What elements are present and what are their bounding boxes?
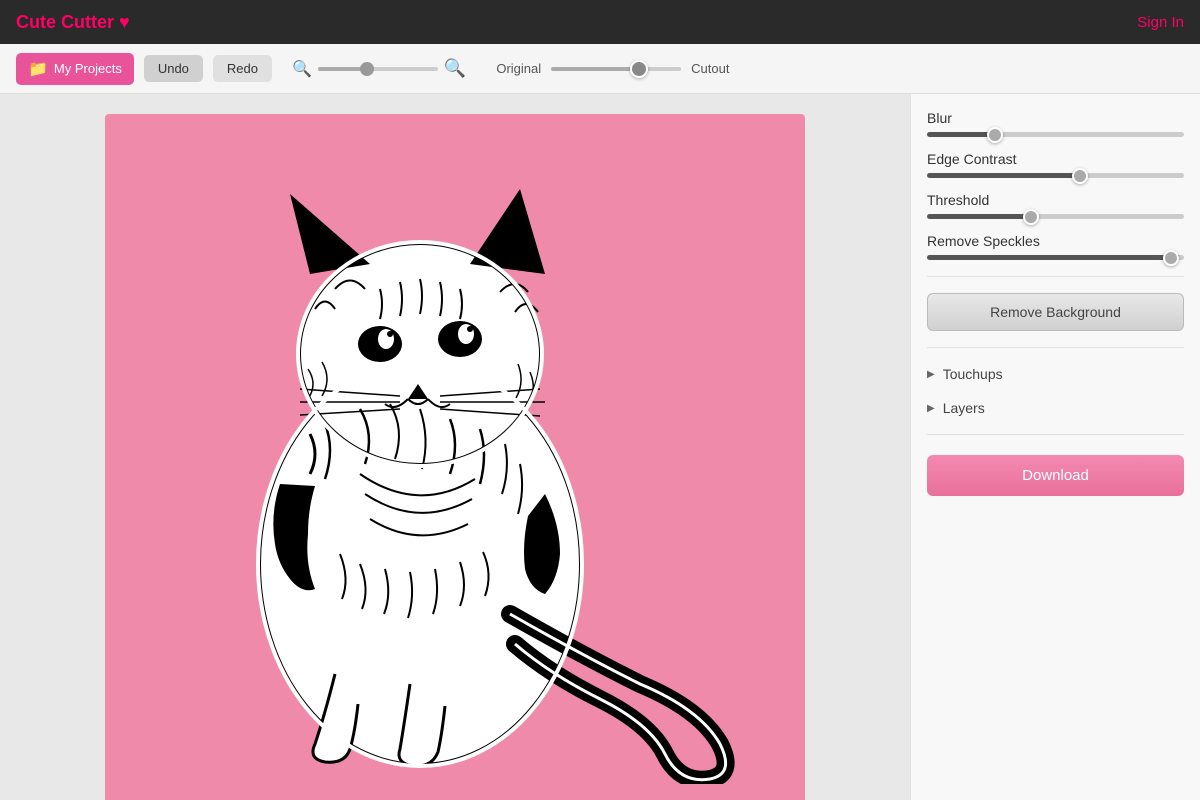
canvas-area — [0, 94, 910, 800]
cat-illustration — [135, 134, 785, 784]
zoom-in-icon[interactable]: 🔍 — [444, 58, 466, 79]
remove-background-button[interactable]: Remove Background — [927, 293, 1184, 331]
original-label: Original — [496, 61, 541, 76]
separator-3 — [927, 434, 1184, 435]
undo-button[interactable]: Undo — [144, 55, 203, 82]
sign-in-link[interactable]: Sign In — [1137, 14, 1184, 31]
my-projects-button[interactable]: 📁 My Projects — [16, 53, 134, 85]
topbar: Cute Cutter ♥ Sign In — [0, 0, 1200, 44]
separator-1 — [927, 276, 1184, 277]
blur-slider[interactable] — [927, 132, 1184, 137]
app-logo: Cute Cutter ♥ — [16, 12, 130, 33]
remove-speckles-label: Remove Speckles — [927, 233, 1184, 249]
download-button[interactable]: Download — [927, 455, 1184, 496]
touchups-label: Touchups — [943, 366, 1003, 382]
edge-contrast-slider[interactable] — [927, 173, 1184, 178]
touchups-triangle-icon: ▶ — [927, 369, 935, 380]
zoom-slider[interactable] — [318, 67, 438, 71]
view-slider[interactable] — [551, 67, 681, 71]
toolbar: 📁 My Projects Undo Redo 🔍 🔍 Original Cut… — [0, 44, 1200, 94]
layers-label: Layers — [943, 400, 985, 416]
separator-2 — [927, 347, 1184, 348]
threshold-label: Threshold — [927, 192, 1184, 208]
blur-slider-group: Blur — [927, 110, 1184, 137]
app-title: Cute Cutter — [16, 12, 114, 32]
heart-icon: ♥ — [119, 12, 130, 32]
remove-speckles-slider[interactable] — [927, 255, 1184, 260]
cutout-label: Cutout — [691, 61, 729, 76]
threshold-slider-group: Threshold — [927, 192, 1184, 219]
folder-icon: 📁 — [28, 59, 48, 79]
zoom-out-icon[interactable]: 🔍 — [292, 59, 312, 79]
threshold-slider[interactable] — [927, 214, 1184, 219]
edge-contrast-slider-group: Edge Contrast — [927, 151, 1184, 178]
view-toggle: Original Cutout — [496, 61, 729, 76]
main-layout: Blur Edge Contrast Threshold Remove Spec… — [0, 94, 1200, 800]
touchups-section[interactable]: ▶ Touchups — [927, 364, 1184, 384]
my-projects-label: My Projects — [54, 61, 122, 76]
redo-button[interactable]: Redo — [213, 55, 272, 82]
layers-section[interactable]: ▶ Layers — [927, 398, 1184, 418]
remove-speckles-slider-group: Remove Speckles — [927, 233, 1184, 260]
edge-contrast-label: Edge Contrast — [927, 151, 1184, 167]
zoom-controls: 🔍 🔍 — [292, 58, 466, 79]
blur-label: Blur — [927, 110, 1184, 126]
canvas-container — [105, 114, 805, 800]
layers-triangle-icon: ▶ — [927, 403, 935, 414]
right-panel: Blur Edge Contrast Threshold Remove Spec… — [910, 94, 1200, 800]
